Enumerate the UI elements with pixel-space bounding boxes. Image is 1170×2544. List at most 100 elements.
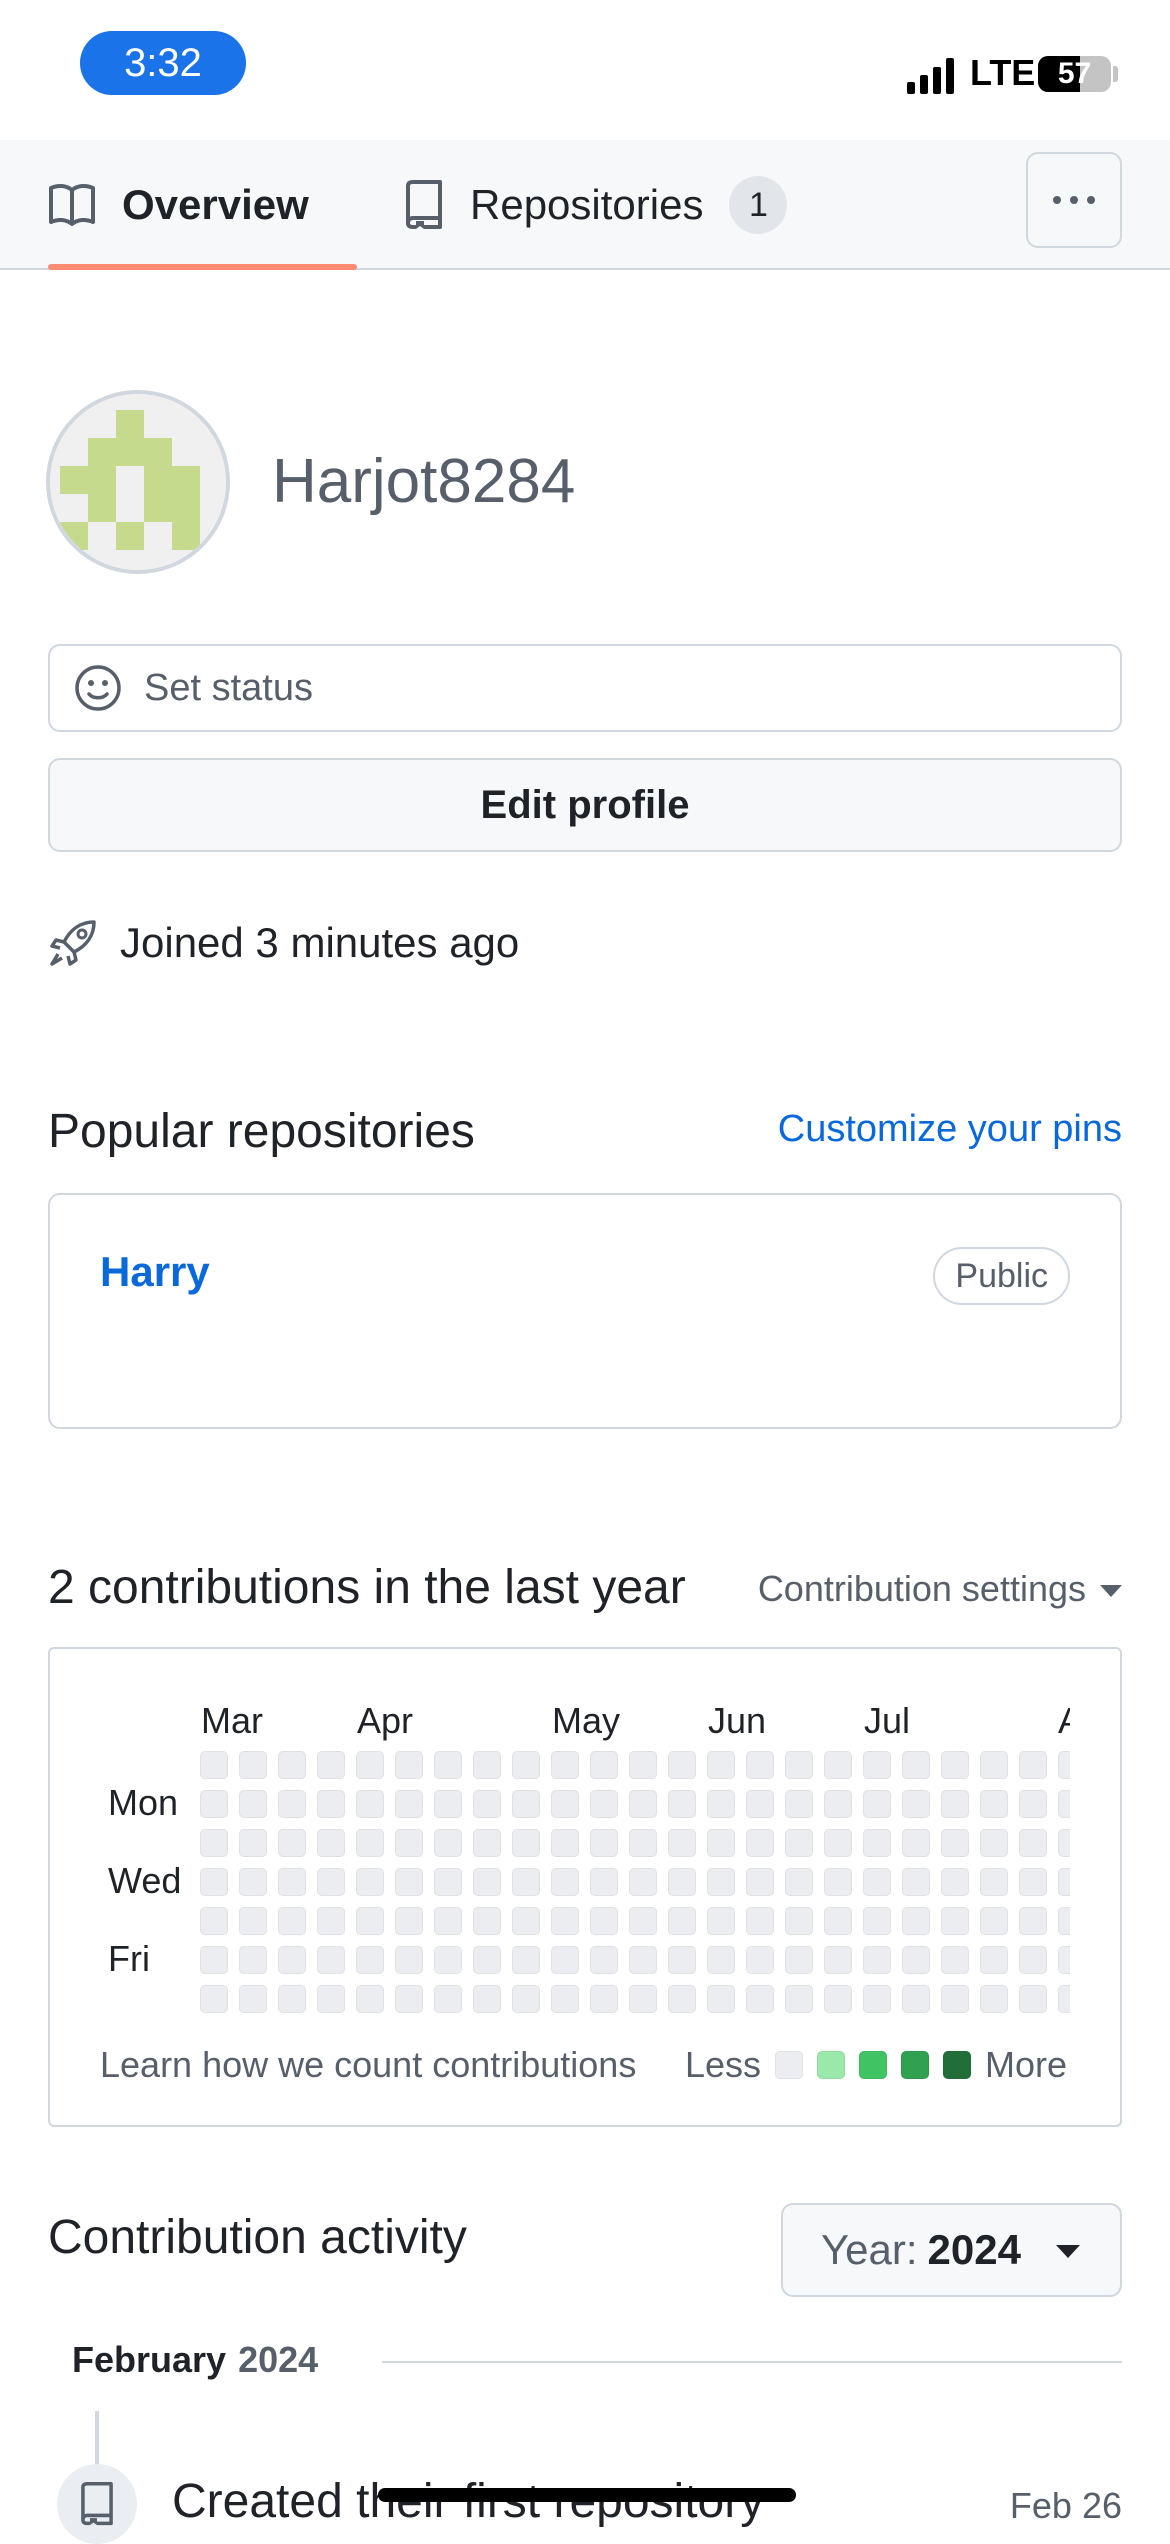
contribution-cell[interactable] — [941, 1751, 969, 1779]
contribution-cell[interactable] — [707, 1868, 735, 1896]
contribution-cell[interactable] — [239, 1751, 267, 1779]
contribution-cell[interactable] — [707, 1751, 735, 1779]
contribution-cell[interactable] — [980, 1790, 1008, 1818]
contribution-cell[interactable] — [590, 1751, 618, 1779]
avatar[interactable] — [46, 390, 230, 574]
contribution-cell[interactable] — [317, 1829, 345, 1857]
contribution-cell[interactable] — [785, 1868, 813, 1896]
contribution-cell[interactable] — [356, 1829, 384, 1857]
contribution-cell[interactable] — [395, 1985, 423, 2013]
contribution-cell[interactable] — [785, 1751, 813, 1779]
contribution-cell[interactable] — [200, 1829, 228, 1857]
contribution-cell[interactable] — [980, 1751, 1008, 1779]
contribution-cell[interactable] — [590, 1946, 618, 1974]
contribution-cell[interactable] — [473, 1829, 501, 1857]
contribution-cell[interactable] — [980, 1868, 1008, 1896]
contribution-cell[interactable] — [200, 1751, 228, 1779]
contribution-cell[interactable] — [785, 1829, 813, 1857]
contribution-cell[interactable] — [746, 1907, 774, 1935]
tab-repositories[interactable]: Repositories 1 — [404, 140, 788, 270]
contribution-cell[interactable] — [980, 1946, 1008, 1974]
contribution-cell[interactable] — [434, 1907, 462, 1935]
contribution-cell[interactable] — [902, 1907, 930, 1935]
contribution-cell[interactable] — [590, 1868, 618, 1896]
contribution-cell[interactable] — [395, 1790, 423, 1818]
contribution-cell[interactable] — [668, 1790, 696, 1818]
contribution-cell[interactable] — [746, 1946, 774, 1974]
contribution-cell[interactable] — [512, 1946, 540, 1974]
contribution-cell[interactable] — [707, 1907, 735, 1935]
contribution-cell[interactable] — [902, 1868, 930, 1896]
contribution-cell[interactable] — [278, 1829, 306, 1857]
contribution-cell[interactable] — [863, 1907, 891, 1935]
contribution-cell[interactable] — [980, 1829, 1008, 1857]
contribution-cell[interactable] — [473, 1985, 501, 2013]
contribution-cell[interactable] — [1058, 1907, 1070, 1935]
contribution-cell[interactable] — [746, 1790, 774, 1818]
year-select-button[interactable]: Year: 2024 — [781, 2203, 1122, 2297]
contribution-cell[interactable] — [473, 1751, 501, 1779]
contribution-cell[interactable] — [668, 1868, 696, 1896]
contribution-cell[interactable] — [512, 1985, 540, 2013]
contribution-cell[interactable] — [200, 1985, 228, 2013]
contribution-cell[interactable] — [590, 1985, 618, 2013]
contribution-cell[interactable] — [239, 1985, 267, 2013]
contribution-cell[interactable] — [356, 1946, 384, 1974]
edit-profile-button[interactable]: Edit profile — [48, 758, 1122, 852]
contribution-cell[interactable] — [902, 1985, 930, 2013]
contribution-cell[interactable] — [1058, 1868, 1070, 1896]
contribution-cell[interactable] — [1019, 1751, 1047, 1779]
contribution-cell[interactable] — [1019, 1946, 1047, 1974]
contribution-cell[interactable] — [902, 1946, 930, 1974]
contribution-cell[interactable] — [356, 1751, 384, 1779]
contribution-cell[interactable] — [317, 1751, 345, 1779]
contribution-cell[interactable] — [980, 1907, 1008, 1935]
contribution-cell[interactable] — [200, 1790, 228, 1818]
contribution-cell[interactable] — [746, 1829, 774, 1857]
contribution-cell[interactable] — [239, 1868, 267, 1896]
contribution-cell[interactable] — [473, 1946, 501, 1974]
contribution-cell[interactable] — [1058, 1985, 1070, 2013]
contribution-cell[interactable] — [512, 1751, 540, 1779]
contribution-cell[interactable] — [824, 1985, 852, 2013]
contribution-cell[interactable] — [707, 1946, 735, 1974]
contribution-cell[interactable] — [512, 1790, 540, 1818]
contribution-cell[interactable] — [668, 1985, 696, 2013]
contribution-cell[interactable] — [1019, 1907, 1047, 1935]
contribution-cell[interactable] — [863, 1829, 891, 1857]
contribution-cell[interactable] — [512, 1868, 540, 1896]
contribution-cell[interactable] — [629, 1829, 657, 1857]
more-options-button[interactable] — [1026, 152, 1122, 248]
contribution-cell[interactable] — [551, 1790, 579, 1818]
contribution-cell[interactable] — [434, 1751, 462, 1779]
contribution-cell[interactable] — [668, 1946, 696, 1974]
contribution-cell[interactable] — [590, 1907, 618, 1935]
set-status-button[interactable]: Set status — [48, 644, 1122, 732]
contribution-settings-dropdown[interactable]: Contribution settings — [758, 1568, 1122, 1610]
contribution-cell[interactable] — [1019, 1868, 1047, 1896]
contribution-cell[interactable] — [707, 1829, 735, 1857]
contribution-cell[interactable] — [668, 1751, 696, 1779]
contribution-cell[interactable] — [629, 1985, 657, 2013]
contribution-cell[interactable] — [1058, 1790, 1070, 1818]
contribution-cell[interactable] — [941, 1946, 969, 1974]
contribution-cell[interactable] — [902, 1790, 930, 1818]
contribution-cell[interactable] — [395, 1907, 423, 1935]
contribution-cell[interactable] — [473, 1790, 501, 1818]
contribution-cell[interactable] — [863, 1751, 891, 1779]
contribution-cell[interactable] — [278, 1946, 306, 1974]
contribution-cell[interactable] — [629, 1868, 657, 1896]
contribution-cell[interactable] — [629, 1751, 657, 1779]
contribution-cell[interactable] — [356, 1790, 384, 1818]
contribution-cell[interactable] — [278, 1907, 306, 1935]
contribution-cell[interactable] — [356, 1985, 384, 2013]
contribution-cell[interactable] — [512, 1907, 540, 1935]
contribution-cell[interactable] — [863, 1946, 891, 1974]
contribution-cell[interactable] — [1019, 1790, 1047, 1818]
contribution-cell[interactable] — [902, 1751, 930, 1779]
contribution-cell[interactable] — [1058, 1946, 1070, 1974]
contribution-cell[interactable] — [317, 1985, 345, 2013]
contribution-cell[interactable] — [941, 1829, 969, 1857]
contribution-cell[interactable] — [629, 1907, 657, 1935]
contribution-cell[interactable] — [434, 1985, 462, 2013]
